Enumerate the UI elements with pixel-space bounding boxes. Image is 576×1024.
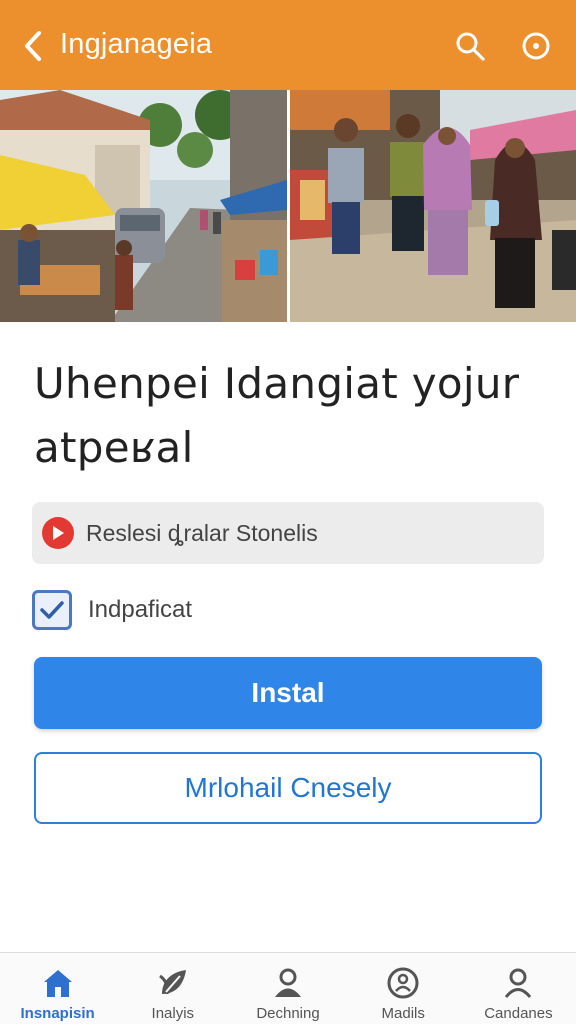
nav-label: Insnapisin xyxy=(20,1005,95,1022)
info-chip-text: Reslesi ȡralar Stonelis xyxy=(86,519,318,546)
leaf-icon xyxy=(155,965,191,1001)
secondary-button[interactable]: Mrlohail Cnesely xyxy=(34,752,542,824)
info-chip[interactable]: Reslesi ȡralar Stonelis xyxy=(32,502,544,564)
check-icon xyxy=(40,601,64,619)
nav-label: Madils xyxy=(381,1005,425,1022)
nav-item-analysis[interactable]: Inalyis xyxy=(115,953,230,1024)
home-icon xyxy=(40,965,76,1001)
hero-photos xyxy=(0,90,576,322)
app-bar: Ingjanageia xyxy=(0,0,576,90)
checkbox-row[interactable]: Indpaficat xyxy=(32,590,192,630)
nav-item-madils[interactable]: Madils xyxy=(346,953,461,1024)
search-icon xyxy=(456,32,485,61)
nav-label: Inalyis xyxy=(151,1005,195,1022)
nav-item-dechning[interactable]: Dechning xyxy=(230,953,345,1024)
app-title: Ingjanageia xyxy=(60,28,213,60)
more-button[interactable] xyxy=(518,28,554,64)
more-circle-icon xyxy=(522,32,550,60)
street-market-photo[interactable] xyxy=(0,90,287,322)
install-button[interactable]: Instal xyxy=(34,657,542,729)
checkbox[interactable] xyxy=(32,590,72,630)
chevron-left-icon xyxy=(25,31,41,61)
badge-icon xyxy=(385,965,421,1001)
play-circle-icon xyxy=(42,517,74,549)
profile-icon xyxy=(500,965,536,1001)
search-button[interactable] xyxy=(452,28,488,64)
people-walking-photo[interactable] xyxy=(290,90,576,322)
person-icon xyxy=(270,965,306,1001)
nav-item-candanes[interactable]: Candanes xyxy=(461,953,576,1024)
back-button[interactable] xyxy=(18,28,48,64)
page-title: Uhenpei Idangiat yojur atpeʁal xyxy=(34,359,520,472)
bottom-nav: Insnapisin Inalyis Dechning Madils Canda… xyxy=(0,952,576,1024)
nav-label: Dechning xyxy=(256,1005,320,1022)
nav-item-home[interactable]: Insnapisin xyxy=(0,953,115,1024)
nav-label: Candanes xyxy=(484,1005,553,1022)
checkbox-label: Indpaficat xyxy=(88,596,193,623)
